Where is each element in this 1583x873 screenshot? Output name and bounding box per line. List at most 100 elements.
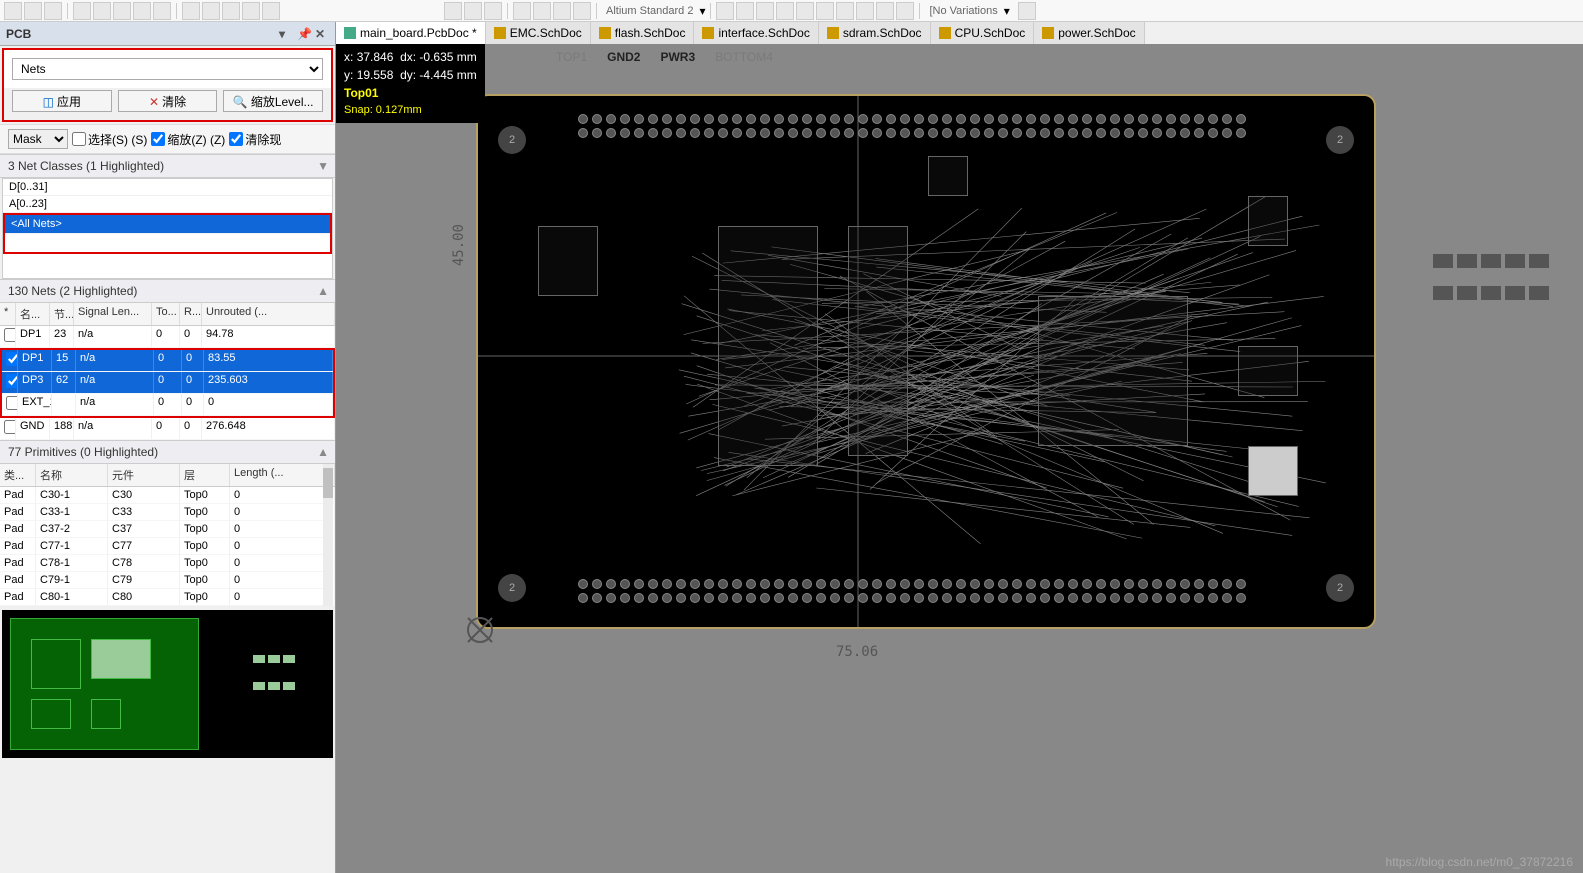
document-tab[interactable]: EMC.SchDoc xyxy=(486,22,591,44)
filter-mode-select[interactable]: Mask xyxy=(8,129,68,149)
net-checkbox[interactable] xyxy=(6,352,18,366)
scrollbar[interactable] xyxy=(323,464,333,606)
tool-icon[interactable] xyxy=(776,2,794,20)
expand-icon[interactable]: ▲ xyxy=(317,445,329,459)
tool-icon[interactable] xyxy=(1018,2,1036,20)
net-row[interactable]: DP115 n/a0 083.55 xyxy=(2,350,333,372)
component xyxy=(1038,296,1188,446)
document-tab[interactable]: interface.SchDoc xyxy=(694,22,818,44)
primitive-row[interactable]: PadC78-1C78Top00 xyxy=(0,555,335,572)
tab-label: interface.SchDoc xyxy=(718,26,809,40)
apply-button[interactable]: ◫ 应用 xyxy=(12,90,112,112)
document-tab[interactable]: flash.SchDoc xyxy=(591,22,695,44)
close-icon[interactable]: ✕ xyxy=(315,27,329,41)
sch-icon xyxy=(599,27,611,39)
tool-icon[interactable] xyxy=(716,2,734,20)
expand-icon[interactable]: ▲ xyxy=(317,284,329,298)
net-row[interactable]: DP123 n/a0 094.78 xyxy=(0,326,335,348)
tab-label: sdram.SchDoc xyxy=(843,26,922,40)
document-tab[interactable]: CPU.SchDoc xyxy=(931,22,1035,44)
tool-icon[interactable] xyxy=(444,2,462,20)
net-checkbox[interactable] xyxy=(6,396,18,410)
tool-icon[interactable] xyxy=(533,2,551,20)
tool-icon[interactable] xyxy=(896,2,914,20)
clear-button[interactable]: ✕ 清除 xyxy=(118,90,218,112)
tool-icon[interactable] xyxy=(242,2,260,20)
tool-icon[interactable] xyxy=(153,2,171,20)
document-tab[interactable]: power.SchDoc xyxy=(1034,22,1144,44)
tool-icon[interactable] xyxy=(513,2,531,20)
tool-icon[interactable] xyxy=(44,2,62,20)
component xyxy=(1248,196,1288,246)
tool-icon[interactable] xyxy=(262,2,280,20)
tool-icon[interactable] xyxy=(876,2,894,20)
nets-table-header: * 名... 节... Signal Len... To... R... Unr… xyxy=(0,303,335,326)
net-checkbox[interactable] xyxy=(4,420,16,434)
tool-icon[interactable] xyxy=(93,2,111,20)
component xyxy=(928,156,968,196)
net-class-item[interactable]: A[0..23] xyxy=(3,196,332,213)
tool-icon[interactable] xyxy=(24,2,42,20)
net-row[interactable]: GND188 n/a0 0276.648 xyxy=(0,418,335,440)
standard-combo[interactable]: Altium Standard 2 xyxy=(606,5,693,17)
watermark: https://blog.csdn.net/m0_37872216 xyxy=(1386,855,1573,869)
separator xyxy=(507,3,508,19)
sch-icon xyxy=(494,27,506,39)
tool-icon[interactable] xyxy=(756,2,774,20)
tab-label: flash.SchDoc xyxy=(615,26,686,40)
sch-icon xyxy=(939,27,951,39)
primitive-row[interactable]: PadC77-1C77Top00 xyxy=(0,538,335,555)
zoom-level-button[interactable]: 🔍 缩放Level... xyxy=(223,90,323,112)
primitive-row[interactable]: PadC80-1C80Top00 xyxy=(0,589,335,606)
tool-icon[interactable] xyxy=(133,2,151,20)
tool-icon[interactable] xyxy=(796,2,814,20)
document-tab[interactable]: main_board.PcbDoc * xyxy=(336,22,486,44)
tool-icon[interactable] xyxy=(222,2,240,20)
top-toolbar[interactable]: Altium Standard 2 ▾ [No Variations ▾ xyxy=(0,0,1583,22)
all-nets-item[interactable]: <All Nets> xyxy=(5,215,330,234)
tool-icon[interactable] xyxy=(553,2,571,20)
tool-icon[interactable] xyxy=(4,2,22,20)
separator xyxy=(67,3,68,19)
net-row[interactable]: DP362 n/a0 0235.603 xyxy=(2,372,333,394)
variations-combo[interactable]: [No Variations xyxy=(929,5,997,17)
nets-highlight-box: DP115 n/a0 083.55 DP362 n/a0 0235.603 EX… xyxy=(0,348,335,418)
net-classes-header: 3 Net Classes (1 Highlighted) ▼ xyxy=(0,154,335,178)
net-class-item[interactable]: D[0..31] xyxy=(3,179,332,196)
net-row[interactable]: EXT_1 n/a0 00 xyxy=(2,394,333,416)
pin-icon[interactable]: 📌 xyxy=(297,27,311,41)
primitive-row[interactable]: PadC79-1C79Top00 xyxy=(0,572,335,589)
tool-icon[interactable] xyxy=(736,2,754,20)
document-tab[interactable]: sdram.SchDoc xyxy=(819,22,931,44)
zoom-checkbox[interactable]: 缩放(Z) (Z) xyxy=(151,131,225,148)
tool-icon[interactable] xyxy=(73,2,91,20)
tool-icon[interactable] xyxy=(836,2,854,20)
mode-dropdown[interactable]: Nets xyxy=(12,58,323,80)
horizontal-dimension: 75.06 xyxy=(836,644,878,660)
off-board-components xyxy=(1433,254,1563,314)
primitive-row[interactable]: PadC33-1C33Top00 xyxy=(0,504,335,521)
net-checkbox[interactable] xyxy=(6,374,18,388)
tool-icon[interactable] xyxy=(113,2,131,20)
primitive-row[interactable]: PadC37-2C37Top00 xyxy=(0,521,335,538)
board-preview[interactable] xyxy=(2,610,333,758)
pcb-canvas[interactable]: x: 37.846 dx: -0.635 mm y: 19.558 dy: -4… xyxy=(336,44,1583,873)
separator xyxy=(710,3,711,19)
tool-icon[interactable] xyxy=(573,2,591,20)
sch-icon xyxy=(827,27,839,39)
component xyxy=(718,226,818,466)
tool-icon[interactable] xyxy=(856,2,874,20)
tool-icon[interactable] xyxy=(816,2,834,20)
tool-icon[interactable] xyxy=(464,2,482,20)
filter-icon[interactable]: ▼ xyxy=(317,159,329,173)
vertical-dimension: 45.00 xyxy=(451,224,467,266)
select-checkbox[interactable]: 选择(S) (S) xyxy=(72,131,147,148)
clear-checkbox[interactable]: 清除现 xyxy=(229,131,281,148)
tool-icon[interactable] xyxy=(484,2,502,20)
tool-icon[interactable] xyxy=(202,2,220,20)
dropdown-icon[interactable]: ▾ xyxy=(279,27,293,41)
tab-label: main_board.PcbDoc * xyxy=(360,26,477,40)
primitive-row[interactable]: PadC30-1C30Top00 xyxy=(0,487,335,504)
net-checkbox[interactable] xyxy=(4,328,16,342)
tool-icon[interactable] xyxy=(182,2,200,20)
